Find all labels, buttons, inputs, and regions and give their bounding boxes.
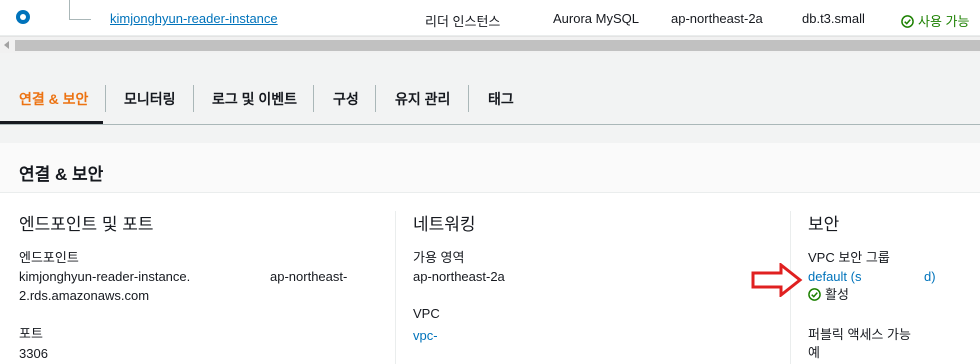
availability-zone-label: 가용 영역 bbox=[413, 250, 465, 265]
status-ok-icon bbox=[808, 288, 821, 301]
vpc-security-group-label: VPC 보안 그룹 bbox=[808, 250, 890, 265]
tab-tags[interactable]: 태그 bbox=[488, 72, 514, 124]
port-value: 3306 bbox=[19, 346, 48, 361]
security-group-link-end[interactable]: d) bbox=[924, 268, 936, 286]
panel-header: 연결 & 보안 bbox=[0, 143, 980, 193]
instance-engine: Aurora MySQL bbox=[553, 11, 639, 26]
tree-line-vertical bbox=[69, 0, 70, 20]
instance-name-link[interactable]: kimjonghyun-reader-instance bbox=[110, 11, 278, 26]
endpoint-value-part2: ap-northeast- bbox=[270, 269, 348, 284]
availability-zone-value: ap-northeast-2a bbox=[413, 269, 505, 284]
instance-role: 리더 인스턴스 bbox=[425, 14, 501, 29]
port-label: 포트 bbox=[19, 326, 43, 341]
instance-region: ap-northeast-2a bbox=[671, 11, 763, 26]
instance-status: 사용 가능 bbox=[901, 11, 969, 30]
scrollbar-thumb[interactable] bbox=[15, 40, 980, 51]
horizontal-scrollbar[interactable] bbox=[0, 36, 980, 53]
tab-configuration[interactable]: 구성 bbox=[333, 72, 359, 124]
tab-divider bbox=[313, 85, 314, 112]
vpc-label: VPC bbox=[413, 306, 440, 321]
status-ok-icon bbox=[901, 15, 914, 28]
active-tab-indicator bbox=[0, 121, 103, 124]
detail-tabs: 연결 & 보안 모니터링 로그 및 이벤트 구성 유지 관리 태그 bbox=[0, 72, 980, 125]
tab-divider bbox=[105, 85, 106, 112]
security-group-status-text: 활성 bbox=[825, 287, 849, 302]
public-access-value: 예 bbox=[808, 345, 820, 360]
security-section-title: 보안 bbox=[808, 215, 840, 234]
tree-line-horizontal bbox=[69, 19, 91, 20]
connectivity-security-panel: 연결 & 보안 엔드포인트 및 포트 엔드포인트 kimjonghyun-rea… bbox=[0, 143, 980, 364]
networking-section-title: 네트워킹 bbox=[413, 215, 476, 234]
tab-divider bbox=[375, 85, 376, 112]
instance-status-text: 사용 가능 bbox=[918, 14, 970, 29]
panel-title: 연결 & 보안 bbox=[19, 165, 104, 184]
public-access-label: 퍼블릭 액세스 가능 bbox=[808, 327, 911, 342]
tab-divider bbox=[193, 85, 194, 112]
endpoint-value-line2: 2.rds.amazonaws.com bbox=[19, 288, 150, 303]
instance-size: db.t3.small bbox=[802, 11, 865, 26]
security-group-status: 활성 bbox=[808, 286, 849, 304]
instance-table-row[interactable]: kimjonghyun-reader-instance 리더 인스턴스 Auro… bbox=[0, 0, 980, 36]
endpoint-label: 엔드포인트 bbox=[19, 250, 79, 265]
security-group-link[interactable]: default (s bbox=[808, 268, 861, 286]
endpoint-value-part1: kimjonghyun-reader-instance. bbox=[19, 269, 191, 284]
endpoint-section-title: 엔드포인트 및 포트 bbox=[19, 215, 154, 234]
tab-connectivity-security[interactable]: 연결 & 보안 bbox=[19, 72, 88, 124]
row-select-radio[interactable] bbox=[16, 10, 30, 24]
vpc-link[interactable]: vpc- bbox=[413, 327, 438, 345]
tab-logs-events[interactable]: 로그 및 이벤트 bbox=[212, 72, 297, 124]
tab-maintenance[interactable]: 유지 관리 bbox=[395, 72, 450, 124]
tab-monitoring[interactable]: 모니터링 bbox=[124, 72, 176, 124]
column-divider bbox=[395, 211, 396, 364]
annotation-arrow-icon bbox=[751, 263, 803, 297]
tab-divider bbox=[468, 85, 469, 112]
scroll-left-icon[interactable] bbox=[4, 41, 9, 49]
